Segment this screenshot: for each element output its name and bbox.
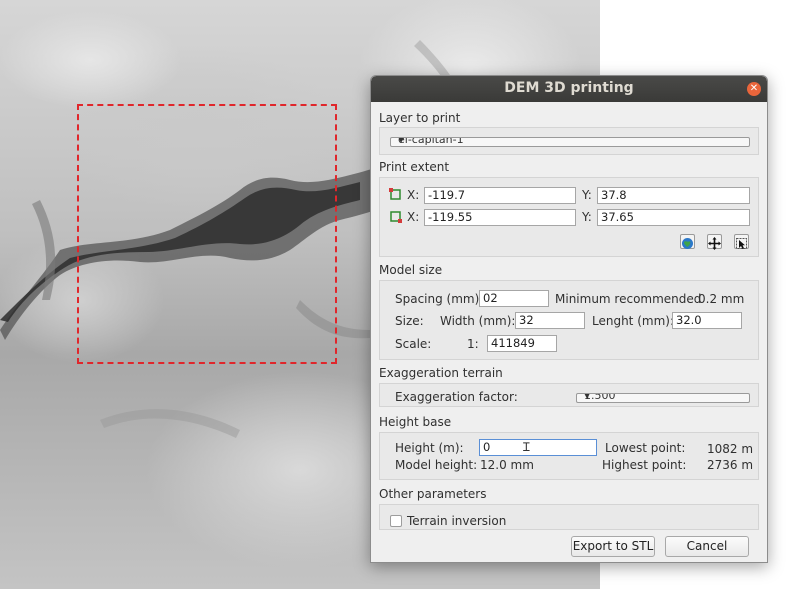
bottom-right-corner-icon xyxy=(390,211,402,223)
width-input[interactable]: 32 xyxy=(515,312,585,329)
exaggeration-section-title: Exaggeration terrain xyxy=(379,366,503,380)
layer-group: el-capitan-1 ▼ xyxy=(379,127,759,155)
height-label: Height (m): xyxy=(395,441,464,455)
exaggeration-label: Exaggeration factor: xyxy=(395,390,518,404)
dialog-titlebar[interactable]: DEM 3D printing ✕ xyxy=(371,76,767,102)
model-height-value: 12.0 mm xyxy=(480,458,534,472)
extent-section-title: Print extent xyxy=(379,160,450,174)
model-section-title: Model size xyxy=(379,263,443,277)
extent-group: X: -119.7 Y: 37.8 X: -119.55 Y: 37.65 xyxy=(379,177,759,257)
text-cursor-icon: Ɪ xyxy=(523,440,530,454)
height-input-value: 0 xyxy=(483,440,491,454)
other-section-title: Other parameters xyxy=(379,487,487,501)
dialog-title: DEM 3D printing xyxy=(504,80,634,96)
terrain-inversion-checkbox[interactable] xyxy=(390,515,402,527)
print-extent-rectangle[interactable] xyxy=(77,104,337,364)
model-group: Spacing (mm): 02 Minimum recommended 0.2… xyxy=(379,280,759,360)
x2-label: X: xyxy=(407,210,420,224)
terrain-inversion-label: Terrain inversion xyxy=(407,514,507,528)
scale-input[interactable]: 411849 xyxy=(487,335,557,352)
scale-label: Scale: xyxy=(395,337,432,351)
chevron-down-icon: ▼ xyxy=(398,137,405,144)
other-group: Terrain inversion xyxy=(379,504,759,530)
layer-section-title: Layer to print xyxy=(379,111,461,125)
x2-input[interactable]: -119.55 xyxy=(424,209,576,226)
cancel-button[interactable]: Cancel xyxy=(665,536,749,557)
height-group: Height (m): 0 Ɪ Lowest point: 1082 m Mod… xyxy=(379,432,759,480)
lowest-point-value: 1082 m xyxy=(707,442,754,456)
top-left-corner-icon xyxy=(389,188,401,200)
highest-point-label: Highest point: xyxy=(602,458,687,472)
spacing-input[interactable]: 02 xyxy=(479,290,549,307)
pan-icon[interactable] xyxy=(707,234,722,250)
y2-input[interactable]: 37.65 xyxy=(597,209,750,226)
y2-label: Y: xyxy=(582,210,592,224)
min-recommended-label: Minimum recommended xyxy=(555,292,702,306)
height-input[interactable]: 0 Ɪ xyxy=(479,439,597,456)
globe-icon[interactable] xyxy=(680,234,695,249)
min-recommended-value: 0.2 mm xyxy=(698,292,745,306)
length-input[interactable]: 32.0 xyxy=(672,312,742,329)
highest-point-value: 2736 m xyxy=(707,458,754,472)
lowest-point-label: Lowest point: xyxy=(605,441,686,455)
chevron-down-icon: ▼ xyxy=(584,393,591,400)
scale-prefix: 1: xyxy=(467,337,479,351)
select-pointer-icon[interactable] xyxy=(734,234,749,249)
spacing-label: Spacing (mm): xyxy=(395,292,484,306)
export-stl-button[interactable]: Export to STL xyxy=(571,536,655,557)
length-label: Lenght (mm): xyxy=(592,314,674,328)
layer-select[interactable]: el-capitan-1 ▼ xyxy=(390,137,750,147)
exaggeration-select[interactable]: 1.500 ▼ xyxy=(576,393,750,403)
dem-3d-printing-dialog: DEM 3D printing ✕ Layer to print el-capi… xyxy=(370,75,768,563)
y1-label: Y: xyxy=(582,188,592,202)
close-icon[interactable]: ✕ xyxy=(747,82,761,96)
exaggeration-group: Exaggeration factor: 1.500 ▼ xyxy=(379,383,759,407)
x1-label: X: xyxy=(407,188,420,202)
y1-input[interactable]: 37.8 xyxy=(597,187,750,204)
model-height-label: Model height: xyxy=(395,458,478,472)
x1-input[interactable]: -119.7 xyxy=(424,187,576,204)
height-section-title: Height base xyxy=(379,415,452,429)
size-label: Size: xyxy=(395,314,424,328)
width-label: Width (mm): xyxy=(440,314,516,328)
